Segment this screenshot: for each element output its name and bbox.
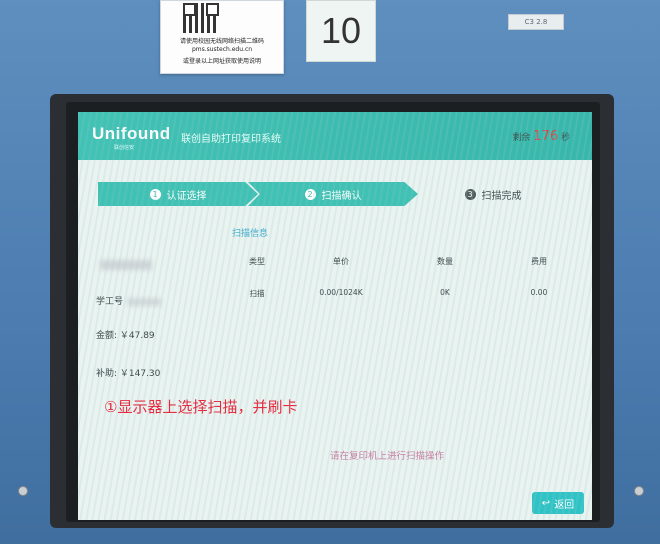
col-header-price: 单价	[333, 257, 349, 266]
qr-sticker: 请使用校园无线网络扫描二维码 pms.sustech.edu.cn 或登录以上网…	[160, 0, 284, 74]
back-button[interactable]: ↩ 返回	[532, 492, 584, 514]
student-id-row: 学工号	[96, 294, 162, 307]
step-scan-complete: 3 扫描完成	[428, 182, 558, 206]
copier-scan-instruction: 请在复印机上进行扫描操作	[330, 451, 445, 462]
annotation-instruction: ①显示器上选择扫描，并刷卡	[104, 398, 298, 416]
step-label: 认证选择	[166, 190, 207, 202]
back-button-label: 返回	[554, 499, 575, 511]
sticky-note: 10	[306, 0, 376, 62]
step-label: 扫描确认	[321, 190, 362, 202]
countdown-label: 剩余	[512, 133, 531, 143]
student-id-label: 学工号	[96, 297, 124, 307]
cell-price: 0.00/1024K	[319, 288, 363, 297]
qr-code-icon	[183, 3, 219, 33]
cell-cost: 0.00	[530, 288, 548, 297]
balance-text: 金额: ￥47.89	[96, 331, 155, 341]
system-title: 联创自助打印复印系统	[181, 134, 281, 145]
sticker-line-3: 或登录以上网址获取使用说明	[182, 58, 261, 65]
countdown-timer: 剩余 176 秒	[512, 129, 570, 144]
col-header-cost: 费用	[531, 257, 547, 266]
step-number-icon: 3	[464, 188, 476, 200]
kiosk-body: 请使用校园无线网络扫描二维码 pms.sustech.edu.cn 或登录以上网…	[0, 0, 660, 544]
subsidy-text: 补助: ￥147.30	[96, 369, 161, 379]
col-header-quantity: 数量	[437, 257, 453, 266]
countdown-unit: 秒	[560, 133, 570, 143]
progress-steps: 1 认证选择 2 扫描确认 3 扫描完成	[98, 182, 558, 208]
logo-subtitle: 联创信安	[114, 145, 135, 151]
return-arrow-icon: ↩	[541, 497, 551, 509]
screw-icon	[634, 486, 644, 496]
student-id-redacted	[127, 297, 162, 306]
touch-screen: Unifound 联创信安 联创自助打印复印系统 剩余 176 秒 1 认证选择…	[78, 112, 592, 520]
sticker-line-2: pms.sustech.edu.cn	[191, 46, 253, 53]
device-label: C3 2.8	[508, 14, 564, 30]
cell-type: 扫描	[249, 289, 265, 298]
sticker-line-1: 请使用校园无线网络扫描二维码	[179, 38, 264, 45]
app-header: Unifound 联创信安 联创自助打印复印系统 剩余 176 秒	[78, 112, 592, 160]
screw-icon	[18, 486, 28, 496]
step-scan-confirm: 2 扫描确认	[248, 182, 418, 206]
cell-quantity: 0K	[440, 288, 450, 297]
step-number-icon: 2	[304, 188, 316, 200]
step-number-icon: 1	[149, 188, 161, 200]
username-redacted	[100, 260, 152, 270]
countdown-value: 176	[533, 129, 559, 144]
scan-info-title: 扫描信息	[232, 229, 269, 239]
step-auth-select: 1 认证选择	[98, 182, 258, 206]
step-label: 扫描完成	[481, 190, 522, 202]
unifound-logo: Unifound	[92, 124, 171, 143]
col-header-type: 类型	[249, 257, 265, 266]
